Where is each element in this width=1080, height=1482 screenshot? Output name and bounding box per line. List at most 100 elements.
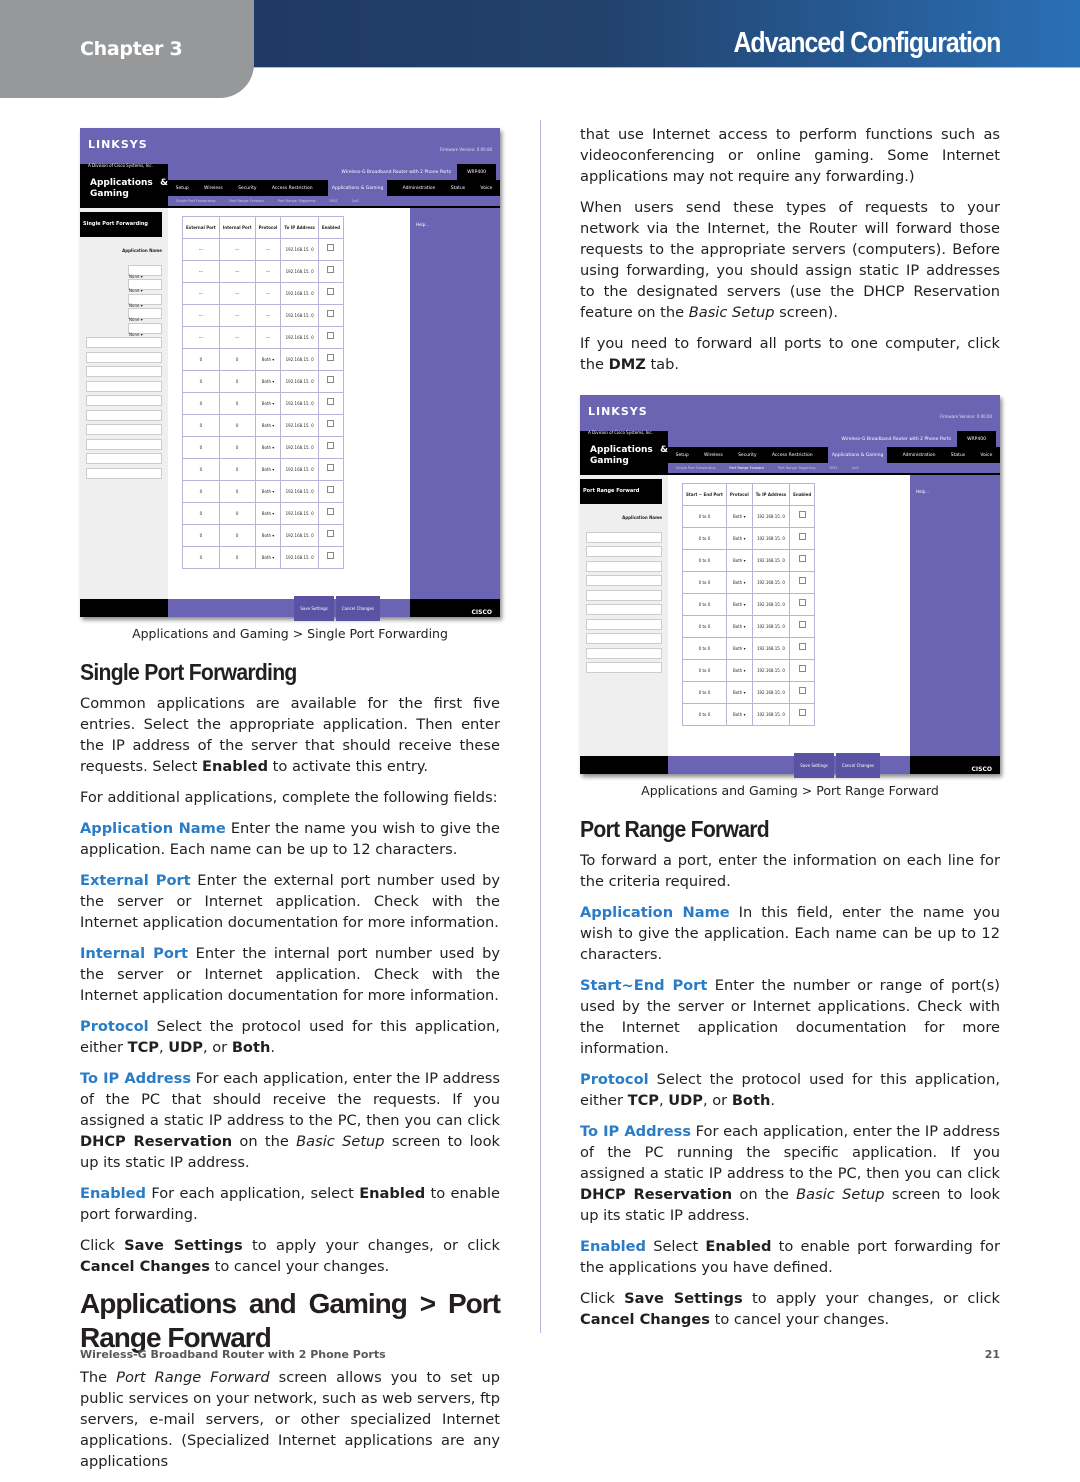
application-name-field[interactable]: [86, 409, 162, 421]
protocol-select[interactable]: Both ▾: [725, 527, 753, 550]
protocol-select[interactable]: Both ▾: [725, 681, 753, 704]
protocol-select[interactable]: Both ▾: [725, 637, 753, 660]
port-range-fields[interactable]: 0 to 0: [682, 703, 727, 726]
protocol-select[interactable]: Both ▾: [254, 436, 282, 459]
external-port-field[interactable]: 0: [182, 502, 220, 525]
ip-field[interactable]: 192.168.15. 0: [751, 637, 791, 660]
protocol-select[interactable]: Both ▾: [254, 348, 282, 371]
application-name-field[interactable]: [586, 589, 662, 601]
ip-field[interactable]: 192.168.15. 0: [280, 502, 319, 525]
enabled-checkbox[interactable]: [789, 615, 816, 638]
protocol-select[interactable]: Both ▾: [254, 370, 282, 393]
cancel-changes-button[interactable]: Cancel Changes: [835, 752, 880, 778]
enabled-checkbox[interactable]: [317, 304, 344, 327]
ip-field[interactable]: 192.168.15. 0: [280, 348, 319, 371]
port-range-fields[interactable]: 0 to 0: [682, 549, 727, 572]
ip-field[interactable]: 192.168.15. 0: [280, 260, 319, 283]
ip-field[interactable]: 192.168.15. 0: [280, 436, 319, 459]
application-name-field[interactable]: [86, 395, 162, 406]
application-preset-select[interactable]: None ▾: [128, 322, 162, 337]
enabled-checkbox[interactable]: [789, 637, 816, 660]
subtab-single-port[interactable]: Single Port Forwarding: [176, 191, 215, 212]
application-preset-select[interactable]: None ▾: [128, 308, 162, 322]
tab-status[interactable]: Status: [451, 178, 465, 199]
ip-field[interactable]: 192.168.15. 0: [280, 326, 319, 349]
ip-field[interactable]: 192.168.15. 0: [280, 370, 319, 393]
application-preset-select[interactable]: None ▾: [128, 279, 162, 293]
application-name-field[interactable]: [86, 351, 162, 363]
ip-field[interactable]: 192.168.15. 0: [280, 392, 319, 415]
protocol-select[interactable]: Both ▾: [254, 502, 282, 525]
ip-field[interactable]: 192.168.15. 0: [280, 238, 319, 261]
port-range-fields[interactable]: 0 to 0: [682, 505, 727, 528]
internal-port-field[interactable]: 0: [218, 546, 256, 569]
enabled-checkbox[interactable]: [317, 524, 344, 547]
enabled-checkbox[interactable]: [789, 571, 816, 594]
ip-field[interactable]: 192.168.15. 0: [751, 703, 791, 726]
enabled-checkbox[interactable]: [317, 414, 344, 437]
application-name-field[interactable]: [86, 337, 162, 348]
protocol-select[interactable]: Both ▾: [725, 571, 753, 594]
protocol-select[interactable]: Both ▾: [725, 505, 753, 528]
application-name-field[interactable]: [586, 662, 662, 673]
ip-field[interactable]: 192.168.15. 0: [751, 505, 791, 528]
enabled-checkbox[interactable]: [789, 659, 816, 682]
ip-field[interactable]: 192.168.15. 0: [751, 681, 791, 704]
internal-port-field[interactable]: 0: [218, 436, 256, 459]
application-preset-select[interactable]: None ▾: [128, 293, 162, 308]
ip-field[interactable]: 192.168.15. 0: [280, 546, 319, 569]
protocol-select[interactable]: Both ▾: [725, 593, 753, 616]
enabled-checkbox[interactable]: [317, 480, 344, 503]
enabled-checkbox[interactable]: [317, 546, 344, 569]
ip-field[interactable]: 192.168.15. 0: [280, 480, 319, 503]
ip-field[interactable]: 192.168.15. 0: [280, 304, 319, 327]
help-link[interactable]: Help...: [916, 489, 929, 494]
enabled-checkbox[interactable]: [789, 681, 816, 704]
application-name-field[interactable]: [586, 575, 662, 586]
application-name-field[interactable]: [586, 546, 662, 557]
cancel-changes-button[interactable]: Cancel Changes: [335, 595, 380, 621]
enabled-checkbox[interactable]: [317, 502, 344, 525]
enabled-checkbox[interactable]: [317, 436, 344, 459]
ip-field[interactable]: 192.168.15. 0: [280, 524, 319, 547]
enabled-checkbox[interactable]: [317, 348, 344, 371]
subtab-port-range-triggering[interactable]: Port Range Triggering: [778, 458, 816, 479]
application-name-field[interactable]: [86, 424, 162, 435]
application-name-field[interactable]: [86, 467, 162, 479]
enabled-checkbox[interactable]: [789, 703, 816, 726]
external-port-field[interactable]: 0: [182, 524, 220, 547]
ip-field[interactable]: 192.168.15. 0: [280, 414, 319, 437]
enabled-checkbox[interactable]: [317, 238, 344, 261]
application-preset-select[interactable]: None ▾: [128, 264, 162, 279]
external-port-field[interactable]: 0: [182, 458, 220, 481]
application-name-field[interactable]: [86, 438, 162, 450]
ip-field[interactable]: 192.168.15. 0: [751, 659, 791, 682]
protocol-select[interactable]: Both ▾: [254, 458, 282, 481]
port-range-fields[interactable]: 0 to 0: [682, 615, 727, 638]
application-name-field[interactable]: [586, 647, 662, 659]
internal-port-field[interactable]: 0: [218, 524, 256, 547]
protocol-select[interactable]: Both ▾: [254, 392, 282, 415]
subtab-dmz[interactable]: DMZ: [330, 191, 338, 212]
enabled-checkbox[interactable]: [789, 549, 816, 572]
internal-port-field[interactable]: 0: [218, 392, 256, 415]
enabled-checkbox[interactable]: [317, 326, 344, 349]
subtab-port-range-forward[interactable]: Port Range Forward: [729, 458, 763, 479]
ip-field[interactable]: 192.168.15. 0: [751, 549, 791, 572]
save-settings-button[interactable]: Save Settings: [294, 595, 334, 621]
protocol-select[interactable]: Both ▾: [254, 480, 282, 503]
internal-port-field[interactable]: 0: [218, 370, 256, 393]
application-name-field[interactable]: [86, 453, 162, 464]
external-port-field[interactable]: 0: [182, 546, 220, 569]
tab-voice[interactable]: Voice: [980, 445, 992, 466]
protocol-select[interactable]: Both ▾: [725, 659, 753, 682]
subtab-qos[interactable]: QoS: [852, 458, 859, 479]
application-name-field[interactable]: [586, 633, 662, 644]
ip-field[interactable]: 192.168.15. 0: [280, 282, 319, 305]
application-name-field[interactable]: [586, 560, 662, 572]
application-name-field[interactable]: [86, 366, 162, 377]
external-port-field[interactable]: 0: [182, 392, 220, 415]
enabled-checkbox[interactable]: [317, 260, 344, 283]
enabled-checkbox[interactable]: [317, 458, 344, 481]
subtab-port-range-forward[interactable]: Port Range Forward: [229, 191, 263, 212]
